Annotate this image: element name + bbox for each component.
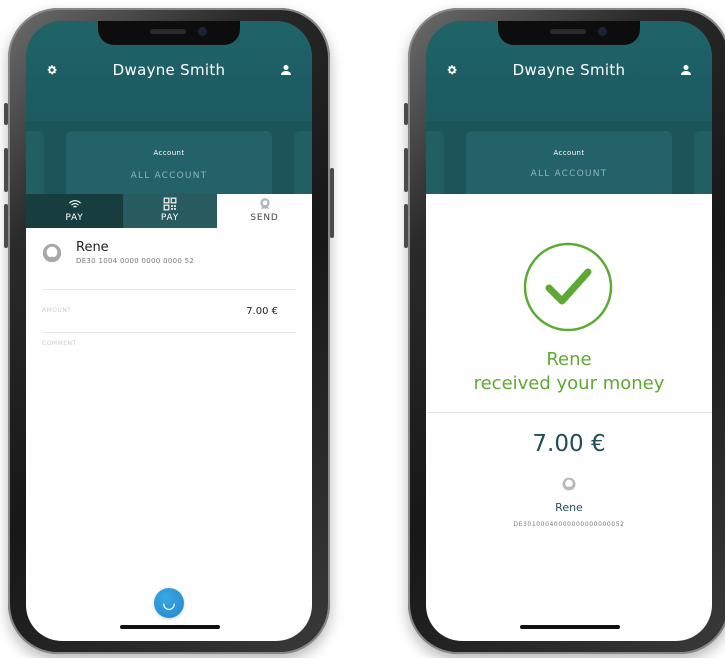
spinner-icon <box>163 603 175 610</box>
tab-pay-qr[interactable]: PAY <box>123 194 217 228</box>
send-form: Rene DE30 1004 0000 0000 0000 52 AMOUNT … <box>26 228 312 641</box>
account-carousel: Account ALL ACCOUNT <box>426 121 712 211</box>
user-name: Dwayne Smith <box>512 61 626 79</box>
success-sheet: Rene received your money 7.00 € Rene DE3… <box>426 194 712 641</box>
front-camera <box>198 27 207 36</box>
left-phone: Dwayne Smith Account ALL ACCOUNT PAY PAY… <box>4 8 334 654</box>
amount-field[interactable]: 7.00 € <box>246 306 278 317</box>
right-screen: Dwayne Smith Account ALL ACCOUNT Rene re… <box>426 21 712 641</box>
volume-up-button <box>404 148 408 192</box>
tab-label: PAY <box>65 213 84 223</box>
amount-label: AMOUNT <box>42 307 72 314</box>
tab-send[interactable]: SEND <box>217 194 312 228</box>
account-card-value: ALL ACCOUNT <box>530 169 608 179</box>
right-phone: Dwayne Smith Account ALL ACCOUNT Rene re… <box>404 8 725 654</box>
mute-switch <box>404 103 408 125</box>
divider <box>42 289 296 290</box>
success-recipient: Rene <box>546 349 592 370</box>
nfc-wave-icon <box>68 200 81 208</box>
payment-tabbar: PAY PAY SEND <box>26 194 312 228</box>
user-name: Dwayne Smith <box>112 61 226 79</box>
front-camera <box>598 27 607 36</box>
account-card-label: Account <box>153 149 185 157</box>
recipient-name: Rene <box>76 240 109 255</box>
tab-label: SEND <box>250 213 279 223</box>
user-icon[interactable] <box>280 64 292 76</box>
home-indicator[interactable] <box>520 625 620 629</box>
account-card-label: Account <box>553 149 585 157</box>
avatar <box>562 477 576 491</box>
left-screen: Dwayne Smith Account ALL ACCOUNT PAY PAY… <box>26 21 312 641</box>
earpiece <box>150 29 186 34</box>
tab-label: PAY <box>160 213 180 223</box>
power-button <box>330 168 334 238</box>
transfer-amount: 7.00 € <box>532 431 606 457</box>
account-card-value: ALL ACCOUNT <box>130 171 208 181</box>
success-message: received your money <box>473 373 665 394</box>
divider <box>426 412 712 413</box>
notch <box>98 21 240 45</box>
send-button[interactable] <box>154 588 184 618</box>
comment-field[interactable]: COMMENT <box>42 340 77 347</box>
avatar <box>42 243 62 263</box>
mute-switch <box>4 103 8 125</box>
recipient-iban: DE30100040000000000000052 <box>513 521 625 528</box>
earpiece <box>550 29 586 34</box>
divider <box>42 332 296 333</box>
user-icon[interactable] <box>680 64 692 76</box>
home-indicator[interactable] <box>120 625 220 629</box>
recipient-name: Rene <box>555 501 583 514</box>
checkmark-icon <box>523 242 613 332</box>
account-carousel: Account ALL ACCOUNT <box>26 121 312 211</box>
user-icon <box>259 198 270 209</box>
volume-down-button <box>404 204 408 248</box>
recipient-iban: DE30 1004 0000 0000 0000 52 <box>76 257 195 265</box>
tab-pay-nfc[interactable]: PAY <box>26 194 123 228</box>
notch <box>498 21 640 45</box>
qr-code-icon <box>163 197 177 211</box>
volume-up-button <box>4 148 8 192</box>
volume-down-button <box>4 204 8 248</box>
